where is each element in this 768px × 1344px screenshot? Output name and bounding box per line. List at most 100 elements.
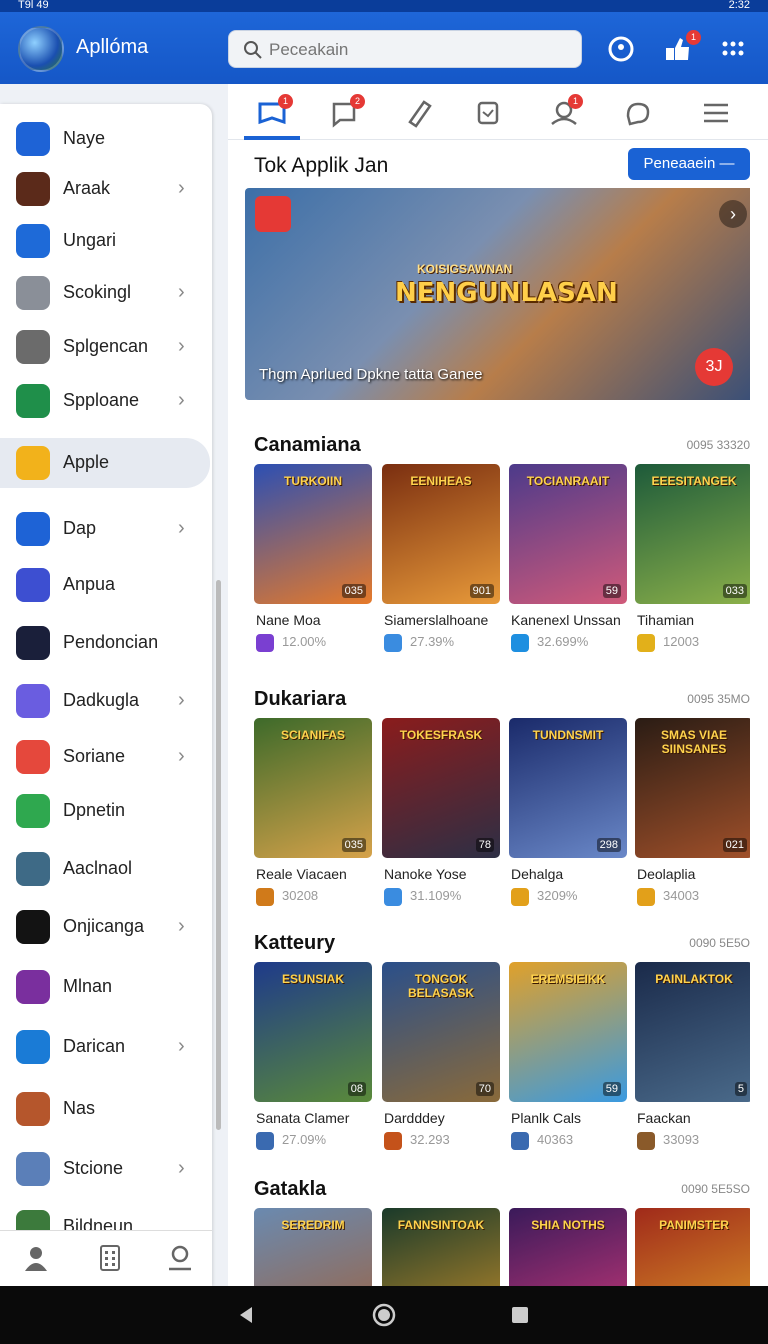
app-card-small-icon — [637, 888, 655, 906]
search-input[interactable] — [269, 37, 569, 63]
chevron-right-icon: › — [178, 1157, 185, 1179]
section-more-link[interactable]: 0090 5E5SO — [681, 1182, 750, 1196]
app-card-art: TONGOK BELASASK 70 — [382, 962, 500, 1102]
sidebar-scrollbar[interactable] — [216, 580, 221, 1130]
sidebar-item[interactable]: Darican › — [0, 1022, 212, 1072]
app-card[interactable]: PAINLAKTOK 5 Faackan 33093 — [635, 962, 750, 1162]
app-card-badge: 78 — [475, 838, 494, 852]
chevron-right-icon: › — [178, 915, 185, 937]
app-card-small-icon — [256, 634, 274, 652]
home-icon[interactable] — [372, 1303, 396, 1327]
app-card-art: SMAS VIAE SIINSANES 021 — [635, 718, 750, 858]
sidebar-item[interactable]: Stcione › — [0, 1144, 212, 1194]
app-card[interactable]: TOKESFRASK 78 Nanoke Yose 31.109% — [382, 718, 500, 918]
sidebar-item[interactable]: Soriane › — [0, 732, 212, 782]
sidebar-item-label: Splgencan — [63, 336, 149, 356]
chevron-right-icon: › — [178, 335, 185, 357]
sidebar-item[interactable]: Dpnetin — [0, 786, 212, 836]
tab-pencil-icon[interactable] — [400, 96, 436, 130]
sidebar-item-label: Scokingl — [63, 282, 132, 302]
sidebar-item[interactable]: Aaclnaol — [0, 844, 212, 894]
header-action-button[interactable]: Peneaaein — — [628, 148, 750, 180]
app-card-stat: 27.09% — [282, 1132, 327, 1147]
app-card[interactable]: TONGOK BELASASK 70 Dardddey 32.293 — [382, 962, 500, 1162]
app-card-small-icon — [384, 888, 402, 906]
app-card-art: PAINLAKTOK 5 — [635, 962, 750, 1102]
sidebar-item[interactable]: Dap › — [0, 504, 212, 554]
app-card[interactable]: SCIANIFAS 035 Reale Viacaen 30208 — [254, 718, 372, 918]
search-tab-icon[interactable] — [166, 1243, 194, 1273]
app-card[interactable]: TURKOIIN 035 Nane Moa 12.00% — [254, 464, 372, 664]
sidebar-item-label: Onjicanga — [63, 916, 145, 936]
sidebar-item[interactable]: Onjicanga › — [0, 902, 212, 952]
section-more-link[interactable]: 0095 33320 — [687, 438, 750, 452]
tab-badge: 1 — [278, 94, 293, 109]
app-card[interactable]: TUNDNSMIT 298 Dehalga 3209% — [509, 718, 627, 918]
hero-subtitle: KOISIGSAWNAN — [417, 262, 513, 276]
sidebar-item[interactable]: Naye — [0, 114, 212, 164]
grid-list-icon[interactable] — [96, 1243, 124, 1273]
sidebar-item-app-icon — [16, 1030, 50, 1064]
sidebar-item[interactable]: Splgencan › — [0, 322, 212, 372]
app-title: Apllóma — [76, 36, 149, 58]
hero-count-badge[interactable]: 3J — [695, 348, 733, 386]
app-logo[interactable] — [18, 26, 64, 72]
app-card-stat: 32.699% — [537, 634, 589, 649]
app-card[interactable]: FANNSINTOAK — [382, 1208, 500, 1286]
app-card[interactable]: SHIA NOTHS — [509, 1208, 627, 1286]
app-card[interactable]: EEESITANGEK 033 Tihamian 12003 — [635, 464, 750, 664]
sidebar-item[interactable]: Spplоane › — [0, 376, 212, 426]
sidebar-item[interactable]: Nas — [0, 1084, 212, 1134]
app-card[interactable]: SMAS VIAE SIINSANES 021 Deolaplia 34003 — [635, 718, 750, 918]
app-card-title: Siamerslalhoane — [384, 612, 489, 628]
app-card[interactable]: TOCIANRAAIT 59 Kanenexl Unssan 32.699% — [509, 464, 627, 664]
app-card-title: Sanata Clamer — [256, 1110, 350, 1126]
sidebar-item[interactable]: Scokingl › — [0, 268, 212, 318]
sidebar-item-label: Spplоane — [63, 390, 140, 410]
sidebar-item-label: Aaclnaol — [63, 858, 133, 878]
profile-icon[interactable] — [22, 1243, 50, 1273]
more-apps-icon[interactable] — [718, 34, 748, 64]
content-area: Tok Applik Jan Peneaaein — KOISIGSAWNAN … — [244, 142, 750, 1286]
back-icon[interactable] — [236, 1304, 258, 1326]
app-card-stat: 30208 — [282, 888, 319, 903]
section-more-link[interactable]: 0095 35MO — [687, 692, 750, 706]
app-card-art-title: EREMSIEIKK — [530, 972, 606, 986]
sidebar-item-app-icon — [16, 852, 50, 886]
app-card-stat: 40363 — [537, 1132, 574, 1147]
search-box[interactable] — [228, 30, 582, 68]
sidebar-item[interactable]: Apple — [0, 438, 210, 488]
app-card[interactable]: PANIMSTER — [635, 1208, 750, 1286]
app-card[interactable]: EREMSIEIKK 59 Planlk Cals 40363 — [509, 962, 627, 1162]
tab-box-icon[interactable] — [470, 96, 506, 130]
app-card[interactable]: SEREDRIM — [254, 1208, 372, 1286]
section-more-link[interactable]: 0090 5E5O — [689, 936, 750, 950]
app-card-small-icon — [511, 888, 529, 906]
app-card-small-icon — [384, 634, 402, 652]
sidebar-item-label: Dpnetin — [63, 800, 126, 820]
app-card[interactable]: ESUNSIAK 08 Sanata Clamer 27.09% — [254, 962, 372, 1162]
hero-banner[interactable]: KOISIGSAWNAN NENGUNLASAN Thgm Aprlued Dp… — [245, 188, 750, 400]
recents-icon[interactable] — [510, 1305, 530, 1325]
tab-list-icon[interactable] — [698, 96, 734, 130]
app-bar: Apllóma 1 — [0, 12, 768, 84]
sidebar-item[interactable]: Pendoncian — [0, 618, 212, 668]
tab-badge: 2 — [350, 94, 365, 109]
chevron-right-icon: › — [178, 1035, 185, 1057]
app-card-stat: 12.00% — [282, 634, 327, 649]
sidebar-item[interactable]: Mlnan — [0, 962, 212, 1012]
sidebar-item-app-icon — [16, 626, 50, 660]
app-card-art: SCIANIFAS 035 — [254, 718, 372, 858]
sidebar-item[interactable]: Ungari — [0, 216, 212, 266]
app-card[interactable]: EENIHEAS 901 Siamerslalhoane 27.39% — [382, 464, 500, 664]
account-icon[interactable] — [606, 34, 636, 64]
tab-puzzle-icon[interactable] — [620, 96, 656, 130]
sidebar-item[interactable]: Araak › — [0, 164, 212, 214]
app-card-title: Dardddey — [384, 1110, 445, 1126]
sidebar-item[interactable]: Anpua — [0, 560, 212, 610]
sidebar-item-app-icon — [16, 568, 50, 602]
sidebar-item[interactable]: Dadkugla › — [0, 676, 212, 726]
app-card-art: FANNSINTOAK — [382, 1208, 500, 1286]
hero-next-icon[interactable]: › — [719, 200, 747, 228]
app-card-stat: 12003 — [663, 634, 700, 649]
